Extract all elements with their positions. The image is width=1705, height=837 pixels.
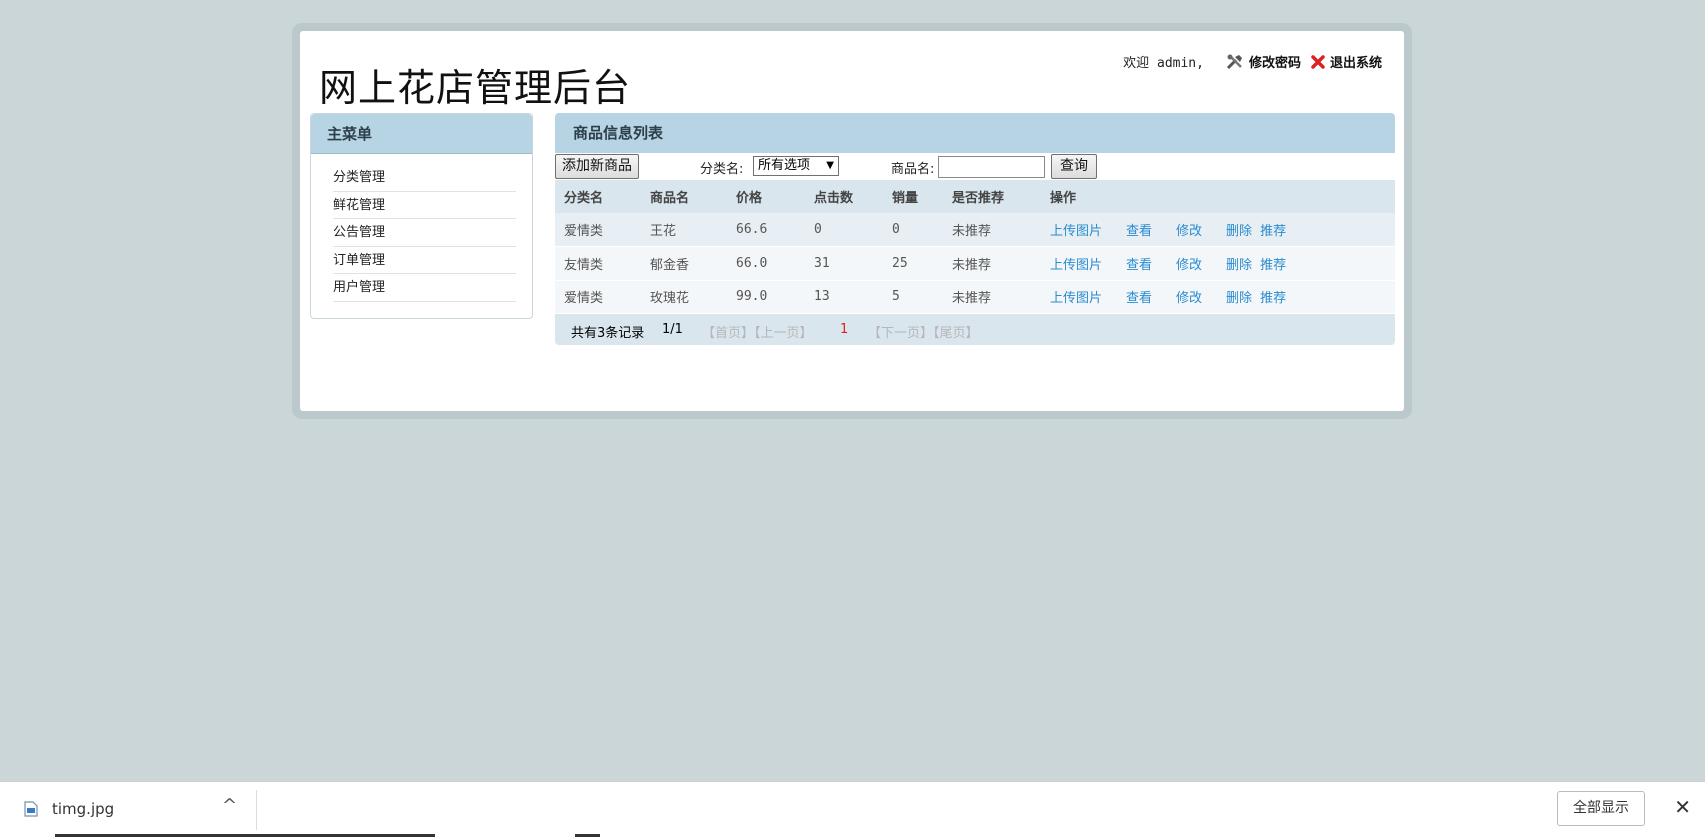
recommend-link[interactable]: 推荐: [1260, 224, 1286, 239]
tools-icon: [1226, 54, 1242, 69]
pagination: 共有3条记录 1/1 【首页】【上一页】 1 【下一页】【尾页】: [555, 314, 1395, 345]
cell-recommend: 未推荐: [943, 213, 1041, 247]
cell-clicks: 31: [805, 246, 883, 281]
sidebar-item-orders[interactable]: 订单管理: [333, 247, 516, 274]
first-prev-page-links[interactable]: 【首页】【上一页】: [702, 322, 813, 341]
record-count: 共有3条记录: [571, 326, 645, 341]
edit-link[interactable]: 修改: [1176, 224, 1202, 239]
image-file-icon: [24, 801, 38, 817]
show-all-button[interactable]: 全部显示: [1557, 791, 1645, 826]
delete-link[interactable]: 删除: [1226, 291, 1252, 306]
edit-link[interactable]: 修改: [1176, 258, 1202, 273]
add-product-button[interactable]: 添加新商品: [555, 154, 639, 179]
download-bar: timg.jpg ^ 全部显示 ✕: [0, 781, 1705, 837]
next-last-page-links[interactable]: 【下一页】【尾页】: [868, 322, 979, 341]
recommend-link[interactable]: 推荐: [1260, 258, 1286, 273]
cell-actions: 上传图片 查看 修改 删除 推荐: [1041, 280, 1395, 314]
delete-link[interactable]: 删除: [1226, 258, 1252, 273]
cell-price: 66.0: [727, 246, 805, 281]
cell-sales: 0: [883, 213, 943, 247]
category-select-value: 所有选项: [758, 158, 811, 173]
product-table: 分类名 商品名 价格 点击数 销量 是否推荐 操作 爱情类 王花 66.6 0: [555, 180, 1395, 314]
column-header: 分类名: [555, 180, 641, 213]
cell-price: 66.6: [727, 213, 805, 247]
table-row: 爱情类 玫瑰花 99.0 13 5 未推荐 上传图片 查看 修改 删除 推荐: [555, 280, 1395, 314]
change-password-label: 修改密码: [1248, 56, 1301, 71]
divider: [256, 790, 257, 830]
close-icon: [1311, 54, 1325, 69]
view-link[interactable]: 查看: [1126, 224, 1152, 239]
column-header: 是否推荐: [943, 180, 1041, 213]
welcome-text: 欢迎 admin,: [1123, 56, 1204, 71]
sidebar-title: 主菜单: [311, 114, 532, 154]
cell-recommend: 未推荐: [943, 246, 1041, 281]
user-links: 欢迎 admin, 修改密码 退出系统: [1123, 52, 1382, 71]
filter-toolbar: 添加新商品 分类名: 所有选项 ▼ 商品名: 查询: [555, 153, 1395, 180]
table-row: 爱情类 王花 66.6 0 0 未推荐 上传图片 查看 修改 删除 推荐: [555, 213, 1395, 247]
delete-link[interactable]: 删除: [1226, 224, 1252, 239]
cell-category: 爱情类: [555, 280, 641, 314]
page-title: 网上花店管理后台: [319, 66, 632, 110]
sidebar: 主菜单 分类管理 鲜花管理 公告管理 订单管理 用户管理: [310, 113, 533, 319]
cell-name: 王花: [641, 213, 727, 247]
table-row: 友情类 郁金香 66.0 31 25 未推荐 上传图片 查看 修改 删除 推荐: [555, 246, 1395, 281]
page-frame: 网上花店管理后台 欢迎 admin, 修改密码 退出系统 主菜单 分类管理 鲜花…: [292, 23, 1412, 419]
upload-image-link[interactable]: 上传图片: [1050, 291, 1102, 306]
upload-image-link[interactable]: 上传图片: [1050, 224, 1102, 239]
product-list-panel: 商品信息列表 添加新商品 分类名: 所有选项 ▼ 商品名: 查询 分类名 商品名…: [555, 113, 1395, 346]
cell-name: 玫瑰花: [641, 280, 727, 314]
chevron-up-icon[interactable]: ^: [222, 795, 237, 816]
table-header-row: 分类名 商品名 价格 点击数 销量 是否推荐 操作: [555, 180, 1395, 213]
logout-label: 退出系统: [1329, 56, 1382, 71]
recommend-link[interactable]: 推荐: [1260, 291, 1286, 306]
column-header: 操作: [1041, 180, 1395, 213]
sidebar-item-category[interactable]: 分类管理: [333, 164, 516, 192]
change-password-link[interactable]: 修改密码: [1226, 52, 1301, 71]
current-page: 1: [840, 322, 849, 337]
category-select[interactable]: 所有选项 ▼: [753, 156, 839, 176]
sidebar-item-users[interactable]: 用户管理: [333, 274, 516, 302]
cell-category: 友情类: [555, 246, 641, 281]
cell-category: 爱情类: [555, 213, 641, 247]
cell-sales: 25: [883, 246, 943, 281]
column-header: 商品名: [641, 180, 727, 213]
edit-link[interactable]: 修改: [1176, 291, 1202, 306]
logout-link[interactable]: 退出系统: [1311, 52, 1382, 71]
cell-sales: 5: [883, 280, 943, 314]
search-button[interactable]: 查询: [1051, 154, 1097, 179]
download-file-name: timg.jpg: [52, 800, 115, 818]
upload-image-link[interactable]: 上传图片: [1050, 258, 1102, 273]
sidebar-menu: 分类管理 鲜花管理 公告管理 订单管理 用户管理: [311, 154, 532, 302]
cell-price: 99.0: [727, 280, 805, 314]
sidebar-item-notices[interactable]: 公告管理: [333, 219, 516, 247]
view-link[interactable]: 查看: [1126, 291, 1152, 306]
page-content: 网上花店管理后台 欢迎 admin, 修改密码 退出系统 主菜单 分类管理 鲜花…: [300, 31, 1404, 411]
category-label: 分类名:: [700, 162, 744, 177]
cell-recommend: 未推荐: [943, 280, 1041, 314]
view-link[interactable]: 查看: [1126, 258, 1152, 273]
column-header: 销量: [883, 180, 943, 213]
cell-clicks: 0: [805, 213, 883, 247]
cell-actions: 上传图片 查看 修改 删除 推荐: [1041, 246, 1395, 281]
column-header: 点击数: [805, 180, 883, 213]
page-indicator: 1/1: [662, 322, 683, 337]
cell-actions: 上传图片 查看 修改 删除 推荐: [1041, 213, 1395, 247]
main-title: 商品信息列表: [555, 113, 1395, 153]
sidebar-item-flowers[interactable]: 鲜花管理: [333, 192, 516, 219]
close-icon[interactable]: ✕: [1674, 795, 1691, 819]
cell-name: 郁金香: [641, 246, 727, 281]
product-name-label: 商品名:: [891, 162, 935, 177]
dropdown-arrow-icon: ▼: [826, 160, 834, 171]
download-item[interactable]: timg.jpg: [24, 800, 114, 818]
cell-clicks: 13: [805, 280, 883, 314]
column-header: 价格: [727, 180, 805, 213]
product-name-input[interactable]: [938, 156, 1045, 178]
